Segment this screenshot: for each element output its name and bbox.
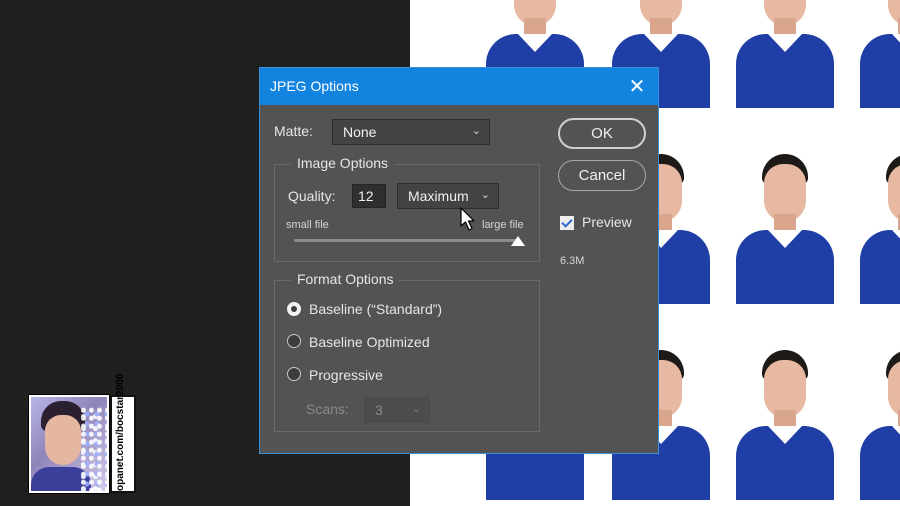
format-options-legend: Format Options: [291, 271, 400, 287]
quality-preset-select[interactable]: Maximum ⌄: [397, 183, 499, 209]
scans-select-value: 3: [375, 402, 383, 418]
passport-photo: [856, 0, 900, 108]
large-file-label: large file: [482, 219, 524, 231]
radio-label-baseline-optimized: Baseline Optimized: [309, 334, 430, 350]
preview-label: Preview: [582, 214, 632, 230]
preview-checkbox[interactable]: [560, 216, 574, 230]
small-file-label: small file: [286, 219, 329, 231]
quality-input[interactable]: 12: [352, 184, 386, 208]
radio-baseline-optimized[interactable]: [287, 334, 301, 348]
mouse-pointer-icon: [460, 207, 475, 231]
matte-label: Matte:: [274, 123, 313, 139]
radio-label-baseline-standard: Baseline (“Standard”): [309, 301, 443, 317]
scans-select[interactable]: 3 ⌄: [364, 397, 430, 423]
chevron-down-icon: ⌄: [471, 125, 481, 137]
close-icon[interactable]: ✕: [626, 75, 648, 97]
dialog-titlebar[interactable]: JPEG Options ✕: [260, 68, 658, 105]
file-size-readout: 6.3M: [560, 255, 585, 267]
ok-button[interactable]: OK: [558, 118, 646, 149]
passport-photo: [856, 144, 900, 304]
passport-photo: [732, 144, 838, 304]
passport-photo: [732, 0, 838, 108]
dialog-title: JPEG Options: [270, 78, 359, 94]
watermark-text: opanet.com/bocstar2000: [115, 373, 126, 491]
passport-photo: [732, 340, 838, 500]
chevron-down-icon: ⌄: [480, 189, 490, 201]
jpeg-options-dialog: JPEG Options ✕ Matte: None ⌄ Image Optio…: [259, 67, 659, 454]
radio-label-progressive: Progressive: [309, 367, 383, 383]
image-options-group: Image Options: [274, 155, 540, 262]
watermark-tag: opanet.com/bocstar2000: [110, 374, 136, 493]
matte-select-value: None: [343, 124, 377, 140]
quality-slider-thumb[interactable]: [511, 236, 525, 246]
watermark-thumbnail: [29, 395, 109, 493]
scans-label: Scans:: [306, 401, 349, 417]
quality-slider-track[interactable]: [294, 239, 520, 242]
passport-photo: [856, 340, 900, 500]
image-options-legend: Image Options: [291, 155, 395, 171]
radio-progressive[interactable]: [287, 367, 301, 381]
quality-preset-value: Maximum: [408, 188, 469, 204]
chevron-down-icon: ⌄: [411, 403, 421, 415]
cancel-button[interactable]: Cancel: [558, 160, 646, 191]
radio-baseline-standard[interactable]: [287, 302, 301, 316]
quality-label: Quality:: [288, 188, 336, 204]
matte-select[interactable]: None ⌄: [332, 119, 490, 145]
